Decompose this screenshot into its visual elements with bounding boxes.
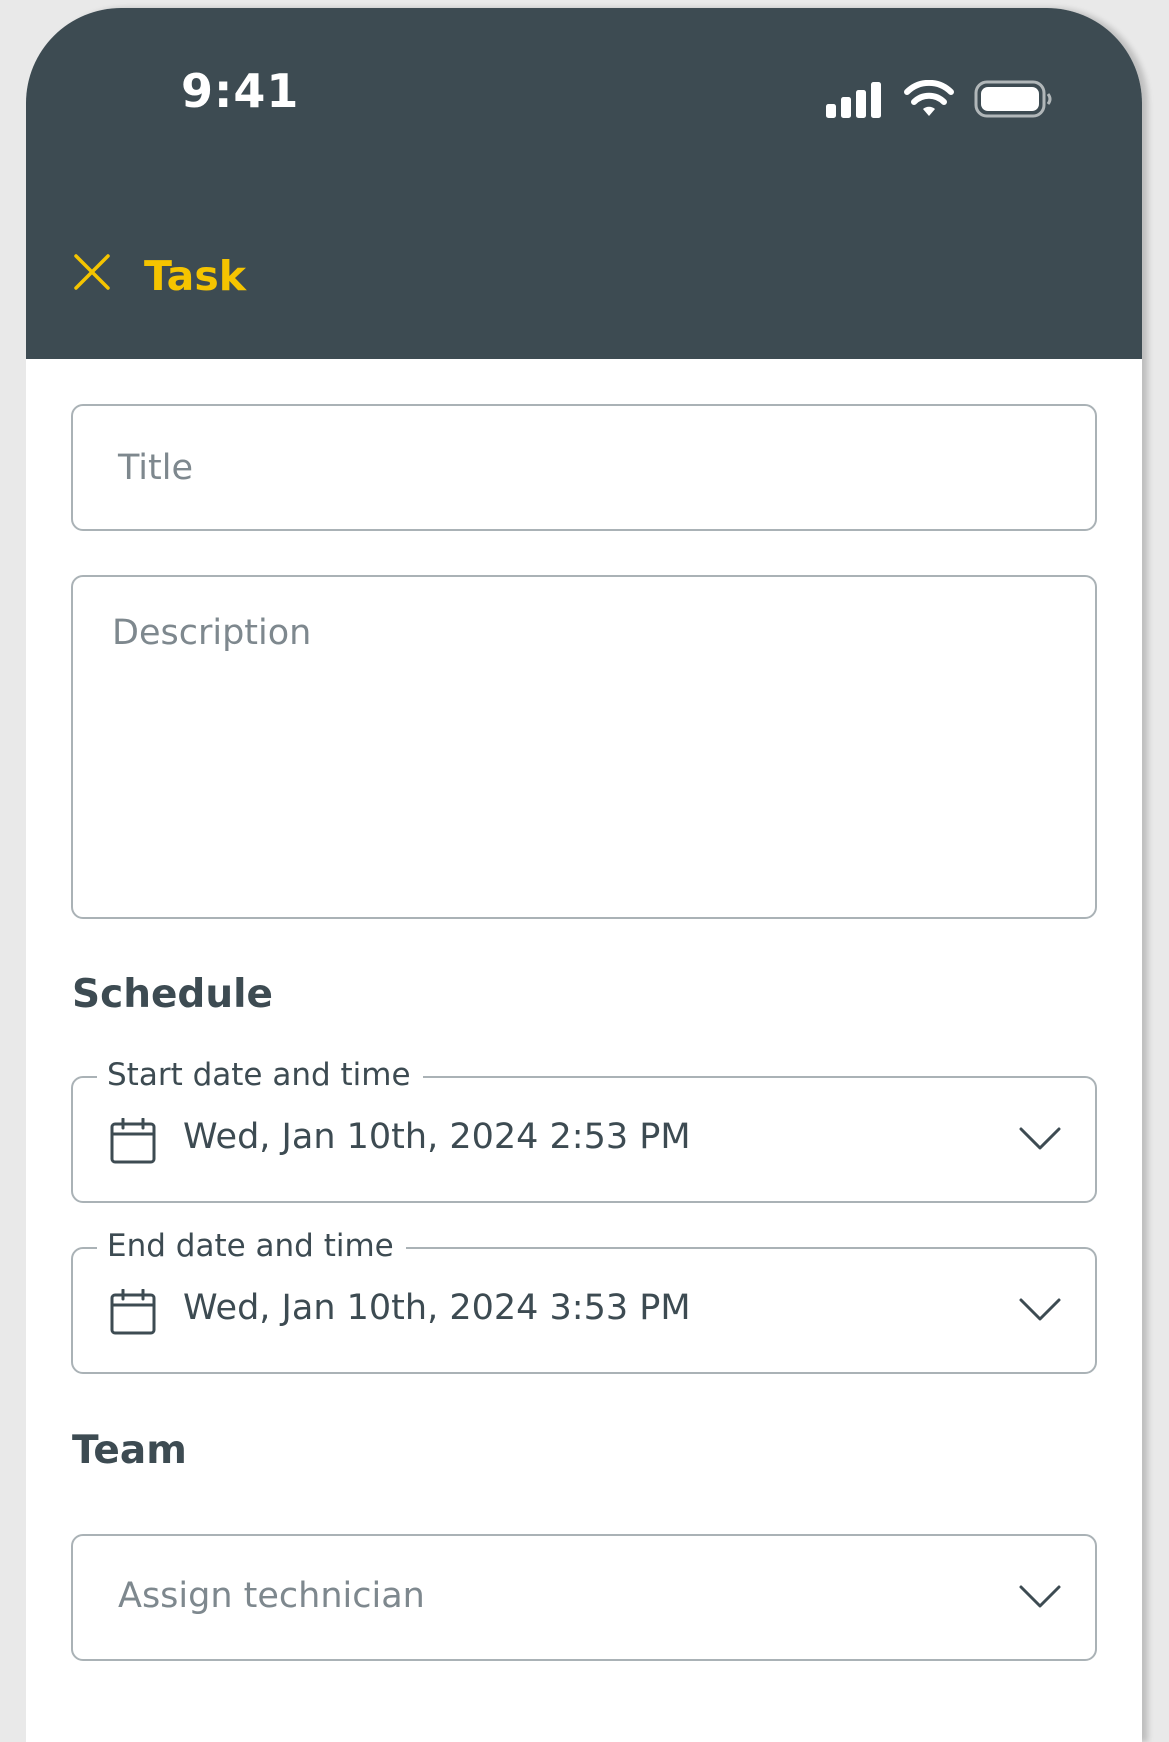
description-placeholder: Description <box>112 613 312 653</box>
signal-icon <box>826 82 881 118</box>
end-date-value: Wed, Jan 10th, 2024 3:53 PM <box>183 1288 691 1328</box>
page-title: Task <box>144 252 247 300</box>
status-time: 9:41 <box>181 64 300 118</box>
close-icon[interactable] <box>68 248 116 296</box>
wifi-icon <box>904 80 954 116</box>
battery-icon <box>974 80 1052 118</box>
end-date-picker[interactable]: End date and time Wed, Jan 10th, 2024 3:… <box>71 1225 1097 1374</box>
schedule-heading: Schedule <box>72 972 273 1017</box>
chevron-down-icon <box>1019 1127 1061 1150</box>
description-textarea[interactable]: Description <box>71 575 1097 919</box>
title-placeholder: Title <box>118 448 194 488</box>
chevron-down-icon <box>1019 1585 1061 1608</box>
assign-technician-placeholder: Assign technician <box>118 1576 425 1616</box>
start-date-label: Start date and time <box>97 1054 423 1096</box>
title-input[interactable]: Title <box>71 404 1097 531</box>
calendar-icon <box>110 1289 156 1335</box>
phone-screen: 9:41 Task Title Description Schedule Sta… <box>26 8 1142 1742</box>
start-date-picker[interactable]: Start date and time Wed, Jan 10th, 2024 … <box>71 1054 1097 1203</box>
calendar-icon <box>110 1118 156 1164</box>
status-icons <box>826 74 1086 124</box>
assign-technician-select[interactable]: Assign technician <box>71 1534 1097 1661</box>
end-date-label: End date and time <box>97 1225 406 1267</box>
app-header: 9:41 Task <box>26 8 1142 359</box>
chevron-down-icon <box>1019 1298 1061 1321</box>
team-heading: Team <box>72 1428 187 1473</box>
start-date-value: Wed, Jan 10th, 2024 2:53 PM <box>183 1117 691 1157</box>
